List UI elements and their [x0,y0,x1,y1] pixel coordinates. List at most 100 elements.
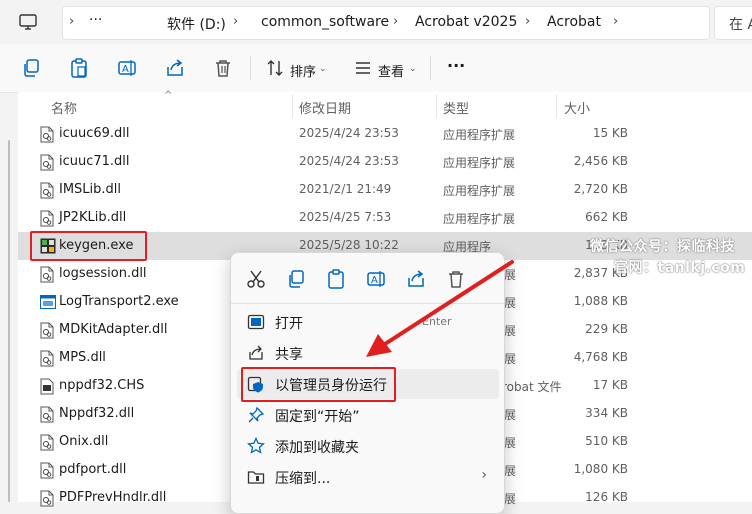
breadcrumb-item-common-software[interactable]: common_software [261,14,389,30]
sort-icon[interactable] [264,57,286,79]
dll-file-icon [40,266,54,283]
file-row[interactable]: icuuc69.dll 2025/4/24 23:53 应用程序扩展 15 KB [18,120,752,148]
file-name: icuuc71.dll [59,154,130,169]
open-icon [247,314,265,330]
address-bar: › ··· 软件 (D:) › common_software › Acroba… [0,0,752,44]
file-row[interactable]: icuuc71.dll 2025/4/24 23:53 应用程序扩展 2,456 KB [18,148,752,176]
rename-icon[interactable]: A [365,268,387,290]
file-modified-date: 2025/4/24 23:53 [299,126,399,140]
file-size: 229 KB [585,322,628,336]
file-type: 应用程序扩展 [443,184,516,198]
menu-item-open[interactable]: 打开 Enter [237,307,499,337]
breadcrumb-item-drive[interactable]: 软件 (D:) [167,14,226,34]
column-header-type[interactable]: 类型 [443,98,469,117]
file-modified-date: 2021/2/1 21:49 [299,182,392,196]
column-divider[interactable] [556,94,557,118]
dll-file-icon [40,462,54,479]
column-header-size[interactable]: 大小 [564,98,590,117]
dll-file-icon [40,182,54,199]
svg-text:A: A [122,64,129,75]
chevron-right-icon: › [613,14,619,29]
file-name: JP2KLib.dll [59,210,127,225]
file-modified-date: 2025/4/25 7:53 [299,210,392,224]
dll-file-icon [40,322,54,339]
file-size: 2,456 KB [573,154,628,168]
file-row[interactable]: IMSLib.dll 2021/2/1 21:49 应用程序扩展 2,720 KB [18,176,752,204]
breadcrumb-item-acrobat[interactable]: Acrobat [547,14,601,30]
file-name: nppdf32.CHS [59,378,145,393]
file-size: 334 KB [585,406,628,420]
menu-item-add-to-favorites[interactable]: 添加到收藏夹 [237,431,499,461]
chevron-right-icon: › [233,14,239,29]
menu-item-pin-to-start[interactable]: 固定到“开始” [237,400,499,430]
column-divider[interactable] [292,94,293,118]
paste-icon[interactable] [325,268,347,290]
this-pc-icon[interactable] [18,12,38,32]
scrollbar[interactable] [8,140,10,502]
file-name: pdfport.dll [59,462,127,477]
file-size: 15 KB [592,126,628,140]
dll-file-icon [40,434,54,451]
dll-file-icon [40,126,54,143]
pin-icon [248,406,265,423]
more-options-button[interactable]: ··· [447,56,465,75]
menu-item-label: 固定到“开始” [275,409,360,425]
search-input[interactable]: 在 A [714,6,752,40]
file-name: IMSLib.dll [59,182,122,197]
dll-file-icon [40,350,54,367]
file-name: logsession.dll [59,266,147,281]
chevron-right-icon: › [525,14,531,29]
menu-item-label: 压缩到... [275,471,331,487]
highlight-box-run-as-admin [241,367,396,402]
cut-icon[interactable] [245,268,267,290]
breadcrumb[interactable]: › ··· 软件 (D:) › common_software › Acroba… [62,6,710,40]
view-button[interactable]: 查看 [378,61,404,80]
file-size: 510 KB [585,434,628,448]
chevron-down-icon: ⌄ [409,64,417,74]
submenu-chevron-icon: › [481,467,487,483]
context-menu-quick-actions: A [231,253,504,303]
file-type-partial: 展 [504,352,517,366]
context-menu-divider [231,303,504,304]
copy-icon[interactable] [285,268,307,290]
file-type: 应用程序扩展 [443,128,516,142]
file-name: icuuc69.dll [59,126,130,141]
menu-item-label: 打开 [275,316,303,332]
file-name: MPS.dll [59,350,106,365]
file-type-partial: robat 文件 [502,380,562,394]
paste-icon[interactable] [68,57,90,79]
file-name: PDFPrevHndlr.dll [59,490,167,505]
file-type-partial: 展 [504,268,517,282]
rename-icon[interactable]: A [116,57,138,79]
breadcrumb-item-acrobat-v2025[interactable]: Acrobat v2025 [415,14,517,30]
share-icon[interactable] [405,268,427,290]
file-size: 4,768 KB [573,350,628,364]
breadcrumb-more-button[interactable]: ··· [89,12,102,28]
view-icon[interactable] [352,57,374,79]
column-divider[interactable] [436,94,437,118]
chevron-right-icon: › [69,14,75,29]
share-icon[interactable] [164,57,186,79]
star-icon [247,437,265,454]
copy-icon[interactable] [20,57,42,79]
generic-file-icon [40,378,54,395]
file-type-partial: 展 [504,408,517,422]
delete-icon[interactable] [445,268,467,290]
file-size: 662 KB [585,210,628,224]
file-modified-date: 2025/4/24 23:53 [299,154,399,168]
chevron-down-icon: ⌄ [319,64,327,74]
file-type-partial: 展 [504,492,517,506]
command-bar: A 排序 ⌄ 查看 ⌄ ··· [0,44,752,93]
toolbar-divider [430,56,431,80]
menu-item-share[interactable]: 共享 [237,338,499,368]
delete-icon[interactable] [212,57,234,79]
column-header-name[interactable]: 名称 [51,98,77,117]
menu-item-label: 共享 [275,347,303,363]
file-type-partial: 展 [504,464,517,478]
menu-item-compress-to[interactable]: 压缩到... › [237,462,499,492]
column-header-date[interactable]: 修改日期 [299,98,351,117]
chevron-right-icon: › [393,14,399,29]
sort-button[interactable]: 排序 [290,61,316,80]
file-row[interactable]: JP2KLib.dll 2025/4/25 7:53 应用程序扩展 662 KB [18,204,752,232]
file-name: Nppdf32.dll [59,406,135,421]
